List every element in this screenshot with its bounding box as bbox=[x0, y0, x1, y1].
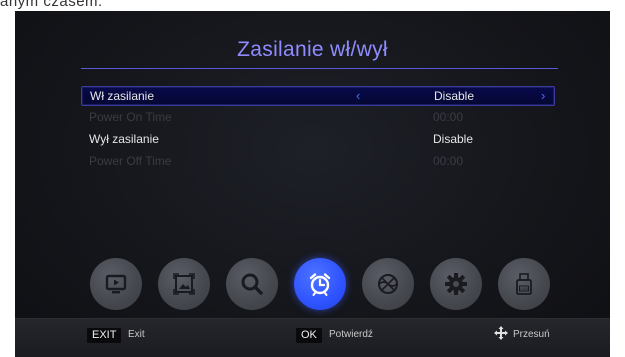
ok-key[interactable]: OK bbox=[296, 328, 322, 343]
power-off-row[interactable]: Wył zasilanie Disable bbox=[81, 130, 553, 148]
usb-button[interactable]: USB bbox=[498, 258, 550, 310]
power-on-row[interactable]: Wł zasilanie ‹ Disable › bbox=[81, 86, 555, 106]
power-off-label: Wył zasilanie bbox=[89, 132, 159, 146]
usb-icon: USB bbox=[516, 273, 532, 295]
power-on-label: Wł zasilanie bbox=[90, 89, 155, 103]
svg-text:USB: USB bbox=[520, 286, 529, 291]
picture-button[interactable] bbox=[158, 258, 210, 310]
power-off-time-label: Power Off Time bbox=[89, 154, 172, 168]
media-player-icon bbox=[105, 274, 127, 294]
media-player-button[interactable] bbox=[90, 258, 142, 310]
arrow-left-icon[interactable]: ‹ bbox=[356, 88, 360, 103]
exit-label: Exit bbox=[128, 329, 145, 340]
power-off-time-value: 00:00 bbox=[433, 154, 464, 168]
power-on-time-label: Power On Time bbox=[89, 110, 172, 124]
settings-gear-icon bbox=[445, 273, 467, 295]
alarm-clock-icon bbox=[309, 273, 331, 296]
internet-button[interactable] bbox=[362, 258, 414, 310]
power-off-value: Disable bbox=[433, 132, 474, 146]
power-on-time-row: Power On Time 00:00 bbox=[81, 108, 553, 126]
arrow-right-icon[interactable]: › bbox=[541, 88, 545, 103]
power-on-value: Disable bbox=[434, 89, 475, 103]
power-on-time-value: 00:00 bbox=[433, 110, 464, 124]
search-icon bbox=[241, 273, 263, 295]
main-menu-dock: USB bbox=[15, 254, 610, 316]
picture-icon bbox=[173, 273, 195, 295]
internet-ball-icon bbox=[378, 274, 398, 294]
ok-label: Potwierdź bbox=[329, 329, 373, 340]
page-title: Zasilanie wł/wył bbox=[237, 38, 388, 61]
exit-key[interactable]: EXIT bbox=[87, 328, 122, 343]
move-label: Przesuń bbox=[513, 329, 550, 340]
search-button[interactable] bbox=[226, 258, 278, 310]
power-off-time-row: Power Off Time 00:00 bbox=[81, 152, 553, 170]
title-divider bbox=[81, 68, 558, 69]
settings-button[interactable] bbox=[430, 258, 482, 310]
timer-button[interactable] bbox=[294, 258, 346, 310]
footer-help-bar: EXIT Exit OK Potwierdź Przesuń bbox=[15, 318, 610, 357]
tv-menu-screen: Zasilanie wł/wył Wł zasilanie ‹ Disable … bbox=[15, 11, 610, 357]
page-caption-fragment: anym czasem. bbox=[0, 0, 103, 10]
move-arrows-icon bbox=[494, 326, 508, 340]
